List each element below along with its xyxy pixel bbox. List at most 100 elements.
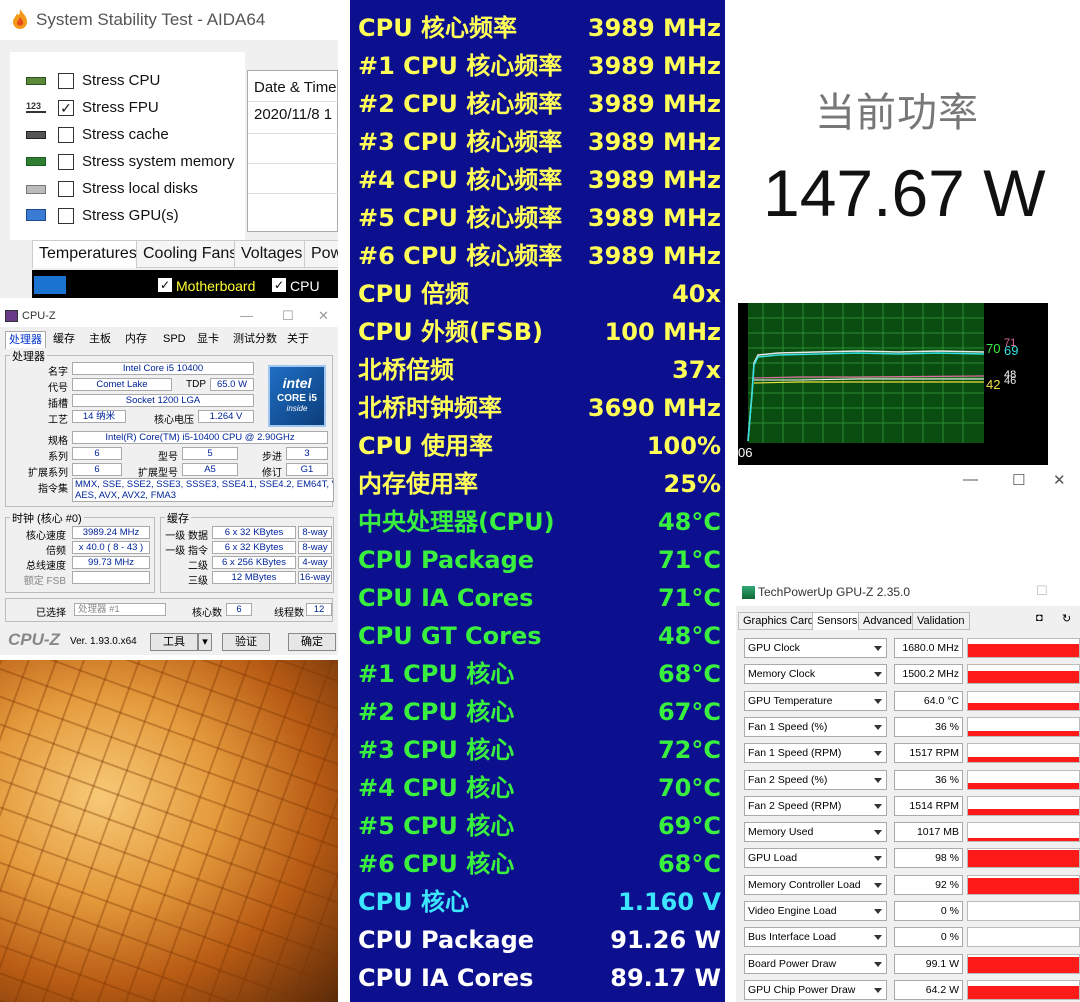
tab-sensors[interactable]: Sensors — [812, 612, 863, 630]
tab-graphics[interactable]: 显卡 — [194, 331, 222, 349]
sensor-name-dropdown[interactable]: GPU Load — [744, 848, 887, 869]
sensor-history-graph — [967, 874, 1080, 895]
l1-data-field: 6 x 32 KBytes — [212, 526, 296, 539]
sensor-name-dropdown[interactable]: Fan 1 Speed (%) — [744, 716, 887, 737]
bus-speed-field: 99.73 MHz — [72, 556, 150, 569]
osd-label: CPU 核心频率 — [358, 14, 518, 42]
maximize-icon[interactable]: ☐ — [1036, 583, 1048, 599]
tab-powers[interactable]: Pow — [304, 240, 338, 268]
sensor-name-dropdown[interactable]: GPU Chip Power Draw — [744, 979, 887, 1000]
osd-label: #1 CPU 核心频率 — [358, 52, 563, 80]
cpu-graph-checkbox[interactable]: ✓ CPU — [272, 278, 320, 294]
sensor-name-dropdown[interactable]: Fan 1 Speed (RPM) — [744, 743, 887, 764]
tab-cooling-fans[interactable]: Cooling Fans — [136, 240, 245, 268]
validate-button[interactable]: 验证 — [222, 633, 270, 651]
sensor-name-dropdown[interactable]: GPU Temperature — [744, 690, 887, 711]
tab-mainboard[interactable]: 主板 — [86, 331, 114, 349]
cpuz-tabs: 处理器 缓存 主板 内存 SPD 显卡 测试分数 关于 — [0, 331, 338, 349]
tools-button[interactable]: 工具 — [150, 633, 198, 651]
sensor-value: 0 % — [894, 927, 963, 948]
processor-select[interactable]: 处理器 #1 — [74, 603, 166, 616]
stress-checkbox[interactable] — [58, 208, 74, 224]
tab-voltages[interactable]: Voltages — [234, 240, 310, 268]
chevron-down-icon — [874, 646, 882, 651]
sensor-row: Fan 2 Speed (%) 36 % — [744, 769, 1080, 792]
sensor-level-fill — [968, 850, 1079, 868]
stress-checkbox[interactable] — [58, 127, 74, 143]
tab-about[interactable]: 关于 — [284, 331, 312, 349]
sensor-row: GPU Load 98 % — [744, 848, 1080, 870]
stress-checkbox[interactable] — [58, 154, 74, 170]
sensor-name-dropdown[interactable]: Video Engine Load — [744, 901, 887, 921]
tab-advanced[interactable]: Advanced — [858, 612, 917, 630]
sensor-name-dropdown[interactable]: Fan 2 Speed (%) — [744, 769, 887, 790]
sensor-name-dropdown[interactable]: Bus Interface Load — [744, 927, 887, 948]
name-label: 名字 — [48, 367, 68, 378]
core-speed-field: 3989.24 MHz — [72, 526, 150, 539]
tab-graphics-card[interactable]: Graphics Card — [738, 612, 819, 630]
graph-value-f: 46 — [1004, 375, 1017, 387]
cpuz-logo-icon — [5, 310, 18, 322]
osd-row: #6 CPU 核心频率 3989 MHz — [358, 237, 721, 275]
sensor-history-graph — [967, 743, 1080, 764]
osd-value: 3989 MHz — [587, 14, 721, 42]
ext-model-label: 扩展型号 — [138, 468, 178, 479]
osd-row: CPU Package 71°C — [358, 541, 721, 579]
motherboard-graph-checkbox[interactable]: ✓ Motherboard — [158, 278, 255, 294]
osd-row: 北桥倍频 37x — [358, 351, 721, 389]
sensor-value: 64.2 W — [894, 979, 963, 1000]
stress-option-label: Stress GPU(s) — [82, 207, 179, 224]
minimize-icon[interactable]: — — [240, 308, 253, 323]
monitor-gpu-icon — [26, 209, 46, 221]
disk-drive-icon — [26, 185, 46, 194]
sensor-level-fill — [968, 730, 1079, 736]
tdp-label: TDP — [186, 379, 206, 390]
stress-checkbox[interactable] — [58, 73, 74, 89]
package-label: 插槽 — [48, 399, 68, 410]
ext-model-field: A5 — [182, 463, 238, 476]
sensor-name-dropdown[interactable]: GPU Clock — [744, 638, 887, 658]
ok-button[interactable]: 确定 — [288, 633, 336, 651]
flame-icon — [13, 9, 27, 29]
sensor-history-graph — [967, 638, 1080, 658]
refresh-icon[interactable]: ↻ — [1062, 612, 1071, 625]
tab-processor[interactable]: 处理器 — [5, 331, 46, 349]
stress-checkbox[interactable] — [58, 181, 74, 197]
chevron-down-icon — [874, 698, 882, 704]
chevron-down-icon — [874, 882, 882, 888]
sensor-row: GPU Clock 1680.0 MHz — [744, 638, 1080, 660]
osd-value: 70°C — [657, 774, 721, 802]
sensor-name-dropdown[interactable]: Memory Clock — [744, 664, 887, 685]
osd-label: CPU Package — [358, 546, 535, 574]
osd-row: 内存使用率 25% — [358, 465, 721, 503]
sensor-name-dropdown[interactable]: Memory Controller Load — [744, 874, 887, 895]
maximize-icon[interactable]: ☐ — [282, 308, 294, 324]
sensor-name-dropdown[interactable]: Memory Used — [744, 822, 887, 843]
close-icon[interactable]: ✕ — [1053, 471, 1066, 489]
tools-dropdown-button[interactable]: ▾ — [198, 633, 212, 651]
sensor-value: 1514 RPM — [894, 795, 963, 816]
sensor-name-dropdown[interactable]: Fan 2 Speed (RPM) — [744, 795, 887, 816]
tab-temperatures[interactable]: Temperatures — [32, 240, 144, 268]
maximize-icon[interactable]: ☐ — [1012, 471, 1025, 489]
threads-label: 线程数 — [274, 608, 304, 619]
core-voltage-field: 1.264 V — [198, 410, 254, 423]
minimize-icon[interactable]: — — [963, 471, 978, 488]
tab-bench[interactable]: 测试分数 — [230, 331, 280, 349]
sensor-history-graph — [967, 927, 1080, 948]
close-icon[interactable]: ✕ — [318, 308, 329, 324]
tab-validation[interactable]: Validation — [912, 612, 970, 630]
sensor-name-dropdown[interactable]: Board Power Draw — [744, 953, 887, 974]
sensor-history-graph — [967, 690, 1080, 711]
tab-memory[interactable]: 内存 — [122, 331, 150, 349]
l3-label: 三级 — [188, 576, 208, 587]
osd-value: 100% — [646, 432, 721, 460]
cache-group-title: 缓存 — [165, 510, 191, 526]
sensor-value: 1517 RPM — [894, 743, 963, 764]
osd-label: #6 CPU 核心 — [358, 850, 515, 878]
package-field: Socket 1200 LGA — [72, 394, 254, 407]
tab-cache[interactable]: 缓存 — [50, 331, 78, 349]
stress-checkbox[interactable]: ✓ — [58, 100, 74, 116]
tab-spd[interactable]: SPD — [160, 331, 189, 349]
camera-icon[interactable]: ◘ — [1036, 612, 1043, 624]
